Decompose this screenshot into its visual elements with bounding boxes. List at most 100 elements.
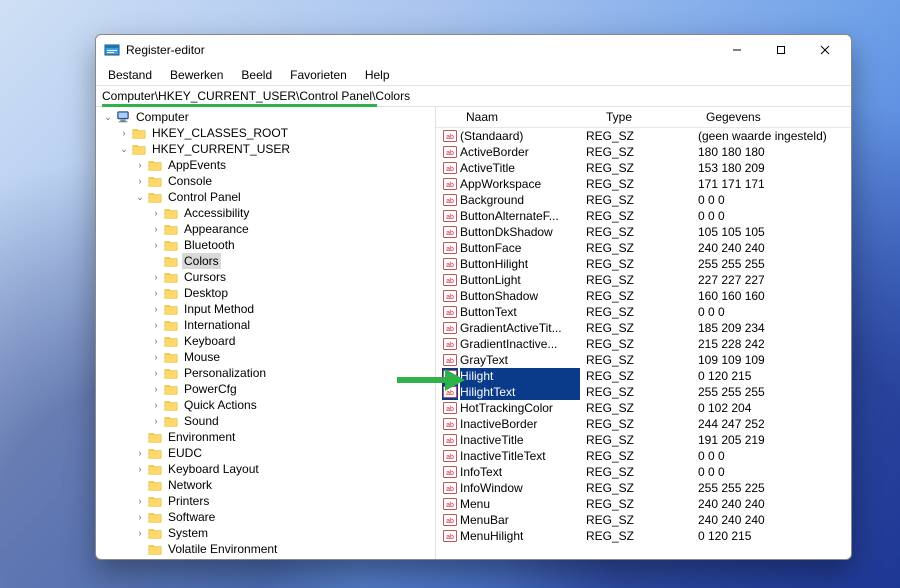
value-name: InactiveTitle [460, 432, 580, 448]
value-row[interactable]: abActiveBorderREG_SZ180 180 180 [436, 144, 851, 160]
value-row[interactable]: abGrayTextREG_SZ109 109 109 [436, 352, 851, 368]
value-row[interactable]: abButtonShadowREG_SZ160 160 160 [436, 288, 851, 304]
tree-node[interactable]: ⌄Computer [98, 109, 435, 125]
titlebar[interactable]: Register-editor [96, 35, 851, 65]
tree-pane[interactable]: ⌄Computer›HKEY_CLASSES_ROOT⌄HKEY_CURRENT… [96, 107, 436, 559]
chevron-right-icon[interactable]: › [150, 333, 162, 349]
col-data[interactable]: Gegevens [700, 110, 851, 124]
tree-node[interactable]: ›HKEY_CLASSES_ROOT [98, 125, 435, 141]
value-row[interactable]: abGradientInactive...REG_SZ215 228 242 [436, 336, 851, 352]
tree-node[interactable]: ›Mouse [98, 349, 435, 365]
menu-bewerken[interactable]: Bewerken [162, 66, 231, 84]
values-header[interactable]: Naam Type Gegevens [436, 107, 851, 128]
tree-node[interactable]: ›Printers [98, 493, 435, 509]
chevron-right-icon[interactable]: › [134, 157, 146, 173]
chevron-right-icon[interactable]: › [150, 221, 162, 237]
chevron-right-icon[interactable]: › [150, 413, 162, 429]
tree-node[interactable]: ›Quick Actions [98, 397, 435, 413]
value-row[interactable]: abInfoTextREG_SZ0 0 0 [436, 464, 851, 480]
close-button[interactable] [803, 35, 847, 65]
value-row[interactable]: abHilightREG_SZ0 120 215 [436, 368, 851, 384]
chevron-right-icon[interactable]: › [134, 509, 146, 525]
value-row[interactable]: abBackgroundREG_SZ0 0 0 [436, 192, 851, 208]
value-row[interactable]: abInactiveTitleREG_SZ191 205 219 [436, 432, 851, 448]
tree-node[interactable]: ⌄HKEY_CURRENT_USER [98, 141, 435, 157]
chevron-right-icon[interactable]: › [134, 173, 146, 189]
value-row[interactable]: abActiveTitleREG_SZ153 180 209 [436, 160, 851, 176]
chevron-right-icon[interactable]: › [150, 349, 162, 365]
value-row[interactable]: abInactiveTitleTextREG_SZ0 0 0 [436, 448, 851, 464]
tree-node[interactable]: ›Cursors [98, 269, 435, 285]
col-name[interactable]: Naam [460, 110, 600, 124]
tree-node[interactable]: ›EUDC [98, 445, 435, 461]
chevron-right-icon[interactable]: › [150, 237, 162, 253]
chevron-right-icon[interactable]: › [150, 397, 162, 413]
tree-node[interactable]: ›PowerCfg [98, 381, 435, 397]
tree-node[interactable]: ›Input Method [98, 301, 435, 317]
menu-favorieten[interactable]: Favorieten [282, 66, 355, 84]
value-row[interactable]: abMenuHilightREG_SZ0 120 215 [436, 528, 851, 544]
tree-node[interactable]: ›Console [98, 173, 435, 189]
folder-icon [163, 221, 179, 237]
chevron-right-icon[interactable]: › [150, 285, 162, 301]
chevron-down-icon[interactable]: ⌄ [134, 189, 146, 205]
chevron-right-icon[interactable]: › [150, 205, 162, 221]
maximize-button[interactable] [759, 35, 803, 65]
tree-node[interactable]: Environment [98, 429, 435, 445]
value-row[interactable]: abButtonLightREG_SZ227 227 227 [436, 272, 851, 288]
menu-beeld[interactable]: Beeld [233, 66, 280, 84]
menu-help[interactable]: Help [357, 66, 398, 84]
value-row[interactable]: abButtonDkShadowREG_SZ105 105 105 [436, 224, 851, 240]
value-row[interactable]: abMenuREG_SZ240 240 240 [436, 496, 851, 512]
value-row[interactable]: abInfoWindowREG_SZ255 255 225 [436, 480, 851, 496]
value-row[interactable]: abHotTrackingColorREG_SZ0 102 204 [436, 400, 851, 416]
chevron-right-icon[interactable]: › [150, 269, 162, 285]
tree-node[interactable]: ›Appearance [98, 221, 435, 237]
chevron-right-icon[interactable]: › [134, 445, 146, 461]
tree-node[interactable]: ›HKEY_LOCAL_MACHINE [98, 557, 435, 559]
tree-node[interactable]: ›Software [98, 509, 435, 525]
chevron-right-icon[interactable]: › [118, 125, 130, 141]
tree-node[interactable]: ›Keyboard Layout [98, 461, 435, 477]
chevron-right-icon[interactable]: › [134, 525, 146, 541]
value-row[interactable]: abButtonTextREG_SZ0 0 0 [436, 304, 851, 320]
svg-text:ab: ab [446, 438, 454, 445]
value-row[interactable]: abButtonFaceREG_SZ240 240 240 [436, 240, 851, 256]
menu-bestand[interactable]: Bestand [100, 66, 160, 84]
tree-node[interactable]: ›Desktop [98, 285, 435, 301]
tree-node[interactable]: ›AppEvents [98, 157, 435, 173]
tree-node[interactable]: ›Personalization [98, 365, 435, 381]
col-type[interactable]: Type [600, 110, 700, 124]
tree-node[interactable]: ›International [98, 317, 435, 333]
chevron-right-icon[interactable]: › [150, 317, 162, 333]
value-row[interactable]: ab(Standaard)REG_SZ(geen waarde ingestel… [436, 128, 851, 144]
minimize-button[interactable] [715, 35, 759, 65]
chevron-right-icon[interactable]: › [134, 461, 146, 477]
chevron-right-icon[interactable]: › [150, 301, 162, 317]
tree-node[interactable]: ⌄Control Panel [98, 189, 435, 205]
value-row[interactable]: abAppWorkspaceREG_SZ171 171 171 [436, 176, 851, 192]
chevron-down-icon[interactable]: ⌄ [118, 141, 130, 157]
tree-node[interactable]: Colors [98, 253, 435, 269]
chevron-down-icon[interactable]: ⌄ [102, 109, 114, 125]
address-bar[interactable]: Computer\HKEY_CURRENT_USER\Control Panel… [96, 85, 851, 106]
chevron-right-icon[interactable]: › [150, 365, 162, 381]
value-name: Background [460, 192, 580, 208]
chevron-right-icon[interactable]: › [150, 381, 162, 397]
chevron-right-icon[interactable]: › [134, 493, 146, 509]
tree-node[interactable]: ›Sound [98, 413, 435, 429]
tree-node[interactable]: ›Keyboard [98, 333, 435, 349]
value-row[interactable]: abButtonAlternateF...REG_SZ0 0 0 [436, 208, 851, 224]
tree-node[interactable]: Volatile Environment [98, 541, 435, 557]
tree-node[interactable]: ›Bluetooth [98, 237, 435, 253]
value-row[interactable]: abButtonHilightREG_SZ255 255 255 [436, 256, 851, 272]
value-row[interactable]: abMenuBarREG_SZ240 240 240 [436, 512, 851, 528]
tree-node[interactable]: ›System [98, 525, 435, 541]
chevron-right-icon[interactable]: › [118, 557, 130, 559]
value-row[interactable]: abGradientActiveTit...REG_SZ185 209 234 [436, 320, 851, 336]
tree-node[interactable]: ›Accessibility [98, 205, 435, 221]
values-pane[interactable]: Naam Type Gegevens ab(Standaard)REG_SZ(g… [436, 107, 851, 559]
value-row[interactable]: abHilightTextREG_SZ255 255 255 [436, 384, 851, 400]
tree-node[interactable]: Network [98, 477, 435, 493]
value-row[interactable]: abInactiveBorderREG_SZ244 247 252 [436, 416, 851, 432]
